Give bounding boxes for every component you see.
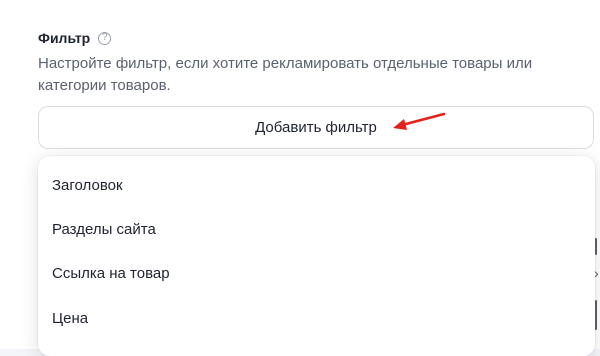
background-edge-mark <box>595 300 597 330</box>
dropdown-item-title[interactable]: Заголовок <box>52 177 123 195</box>
filter-section-header: Фильтр ? <box>38 30 112 46</box>
dropdown-item-site-sections[interactable]: Разделы сайта <box>52 221 156 239</box>
add-filter-button[interactable]: Добавить фильтр <box>38 106 594 149</box>
help-icon[interactable]: ? <box>98 31 112 45</box>
dropdown-item-product-link[interactable]: Ссылка на товар <box>52 265 170 283</box>
filter-type-dropdown: Заголовок Разделы сайта Ссылка на товар … <box>38 156 595 356</box>
add-filter-button-label: Добавить фильтр <box>255 119 377 136</box>
filter-title: Фильтр <box>38 30 91 46</box>
filter-description: Настройте фильтр, если хотите рекламиров… <box>38 55 533 94</box>
dropdown-item-price[interactable]: Цена <box>52 310 88 328</box>
filter-card: Фильтр ? Настройте фильтр, если хотите р… <box>0 0 600 356</box>
background-edge-mark <box>595 238 597 255</box>
chevron-right-icon: › <box>594 265 599 281</box>
